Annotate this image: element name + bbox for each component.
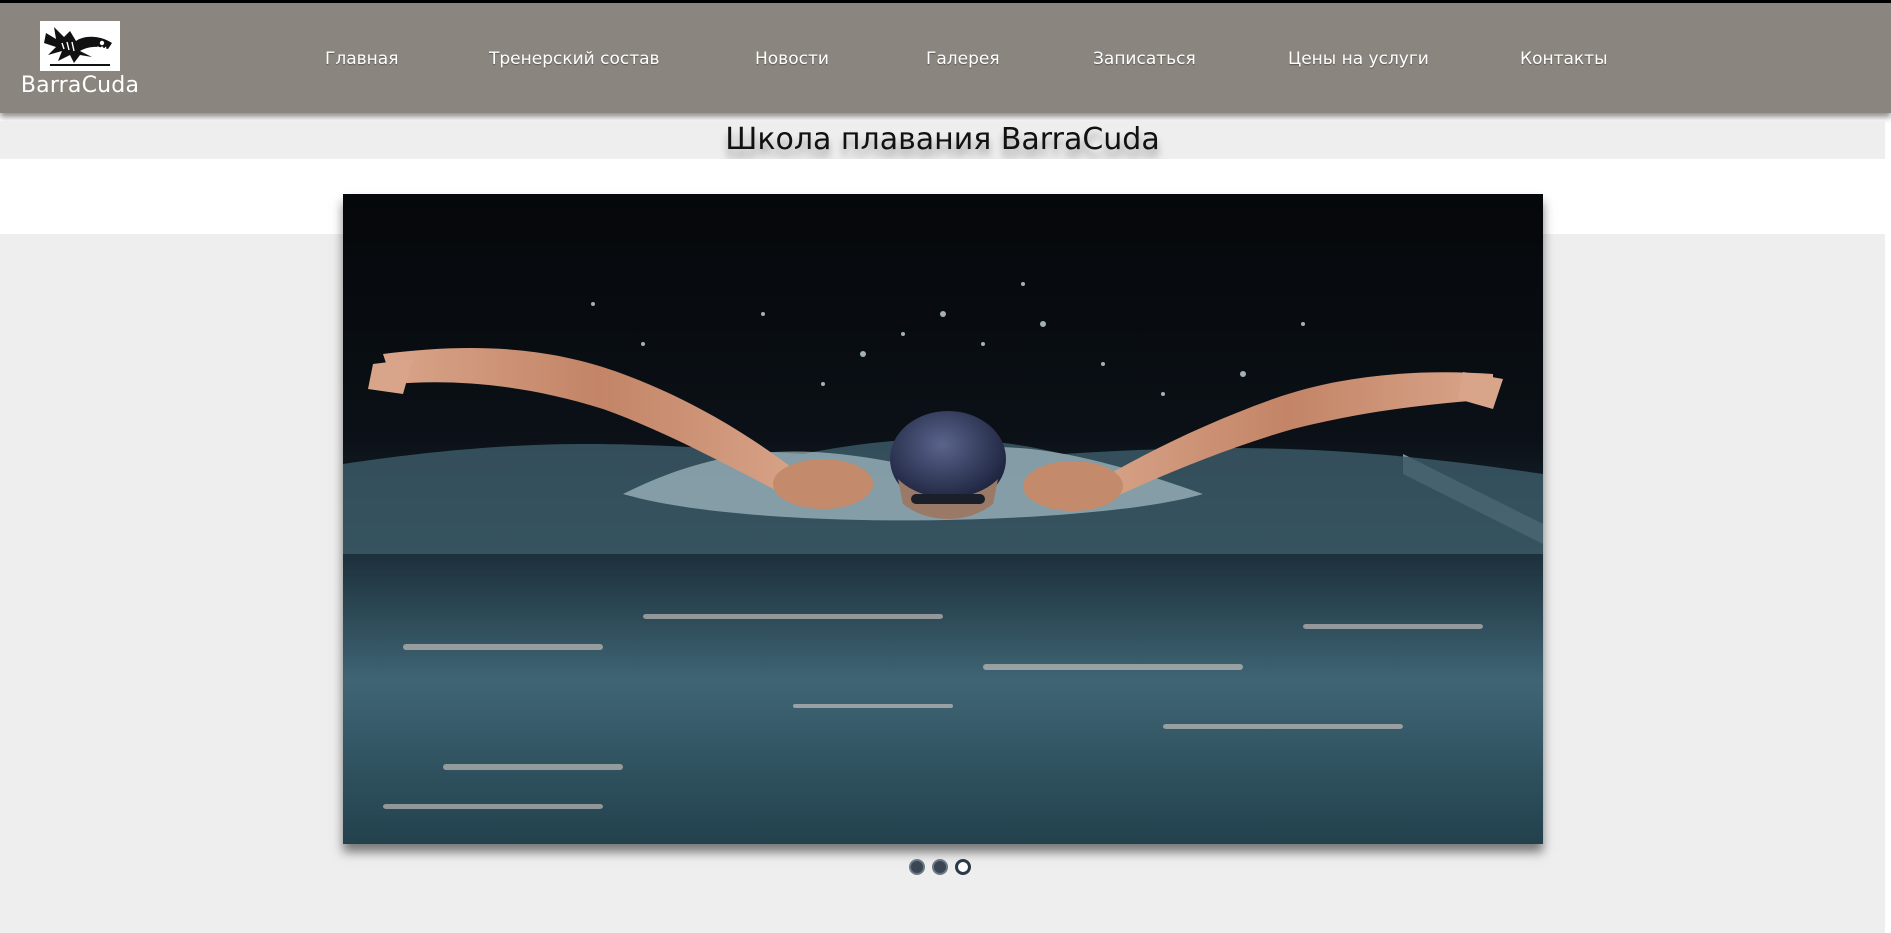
site-header: BarraCuda Главная Тренерский состав Ново… xyxy=(0,3,1891,113)
slider-dot-1[interactable] xyxy=(909,859,925,875)
nav-item-prices[interactable]: Цены на услуги xyxy=(1288,49,1429,69)
slider-dots xyxy=(909,859,979,877)
main-nav: Главная Тренерский состав Новости Галере… xyxy=(0,49,1891,75)
nav-item-coaches[interactable]: Тренерский состав xyxy=(489,49,660,69)
nav-item-contacts[interactable]: Контакты xyxy=(1520,49,1608,69)
slider-dot-2[interactable] xyxy=(932,859,948,875)
nav-item-gallery[interactable]: Галерея xyxy=(926,49,1000,69)
nav-item-news[interactable]: Новости xyxy=(755,49,829,69)
logo-text: BarraCuda xyxy=(20,73,140,98)
butterfly-swimmer-photo xyxy=(343,194,1543,844)
page-title: Школа плавания BarraCuda xyxy=(725,122,1160,157)
image-slider[interactable] xyxy=(343,194,1543,844)
nav-item-signup[interactable]: Записаться xyxy=(1093,49,1196,69)
nav-item-home[interactable]: Главная xyxy=(325,49,398,69)
slider-dot-3[interactable] xyxy=(955,859,971,875)
